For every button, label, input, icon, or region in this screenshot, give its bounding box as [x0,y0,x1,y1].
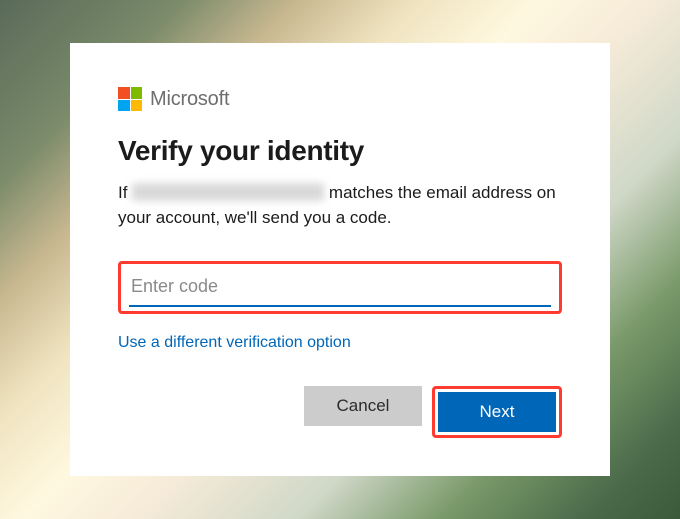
code-input-highlight [118,261,562,314]
brand-name: Microsoft [150,88,229,111]
next-button[interactable]: Next [438,392,556,432]
page-title: Verify your identity [118,135,562,167]
description-text: If matches the email address on your acc… [118,181,562,230]
next-button-highlight: Next [432,386,562,438]
redacted-email [132,183,324,201]
code-input[interactable] [129,270,551,307]
microsoft-logo-icon [118,87,142,111]
cancel-button[interactable]: Cancel [304,386,422,426]
description-prefix: If [118,183,127,202]
verification-dialog: Microsoft Verify your identity If matche… [70,43,610,475]
button-row: Cancel Next [118,386,562,438]
use-different-option-link[interactable]: Use a different verification option [118,334,351,352]
brand-header: Microsoft [118,87,562,111]
